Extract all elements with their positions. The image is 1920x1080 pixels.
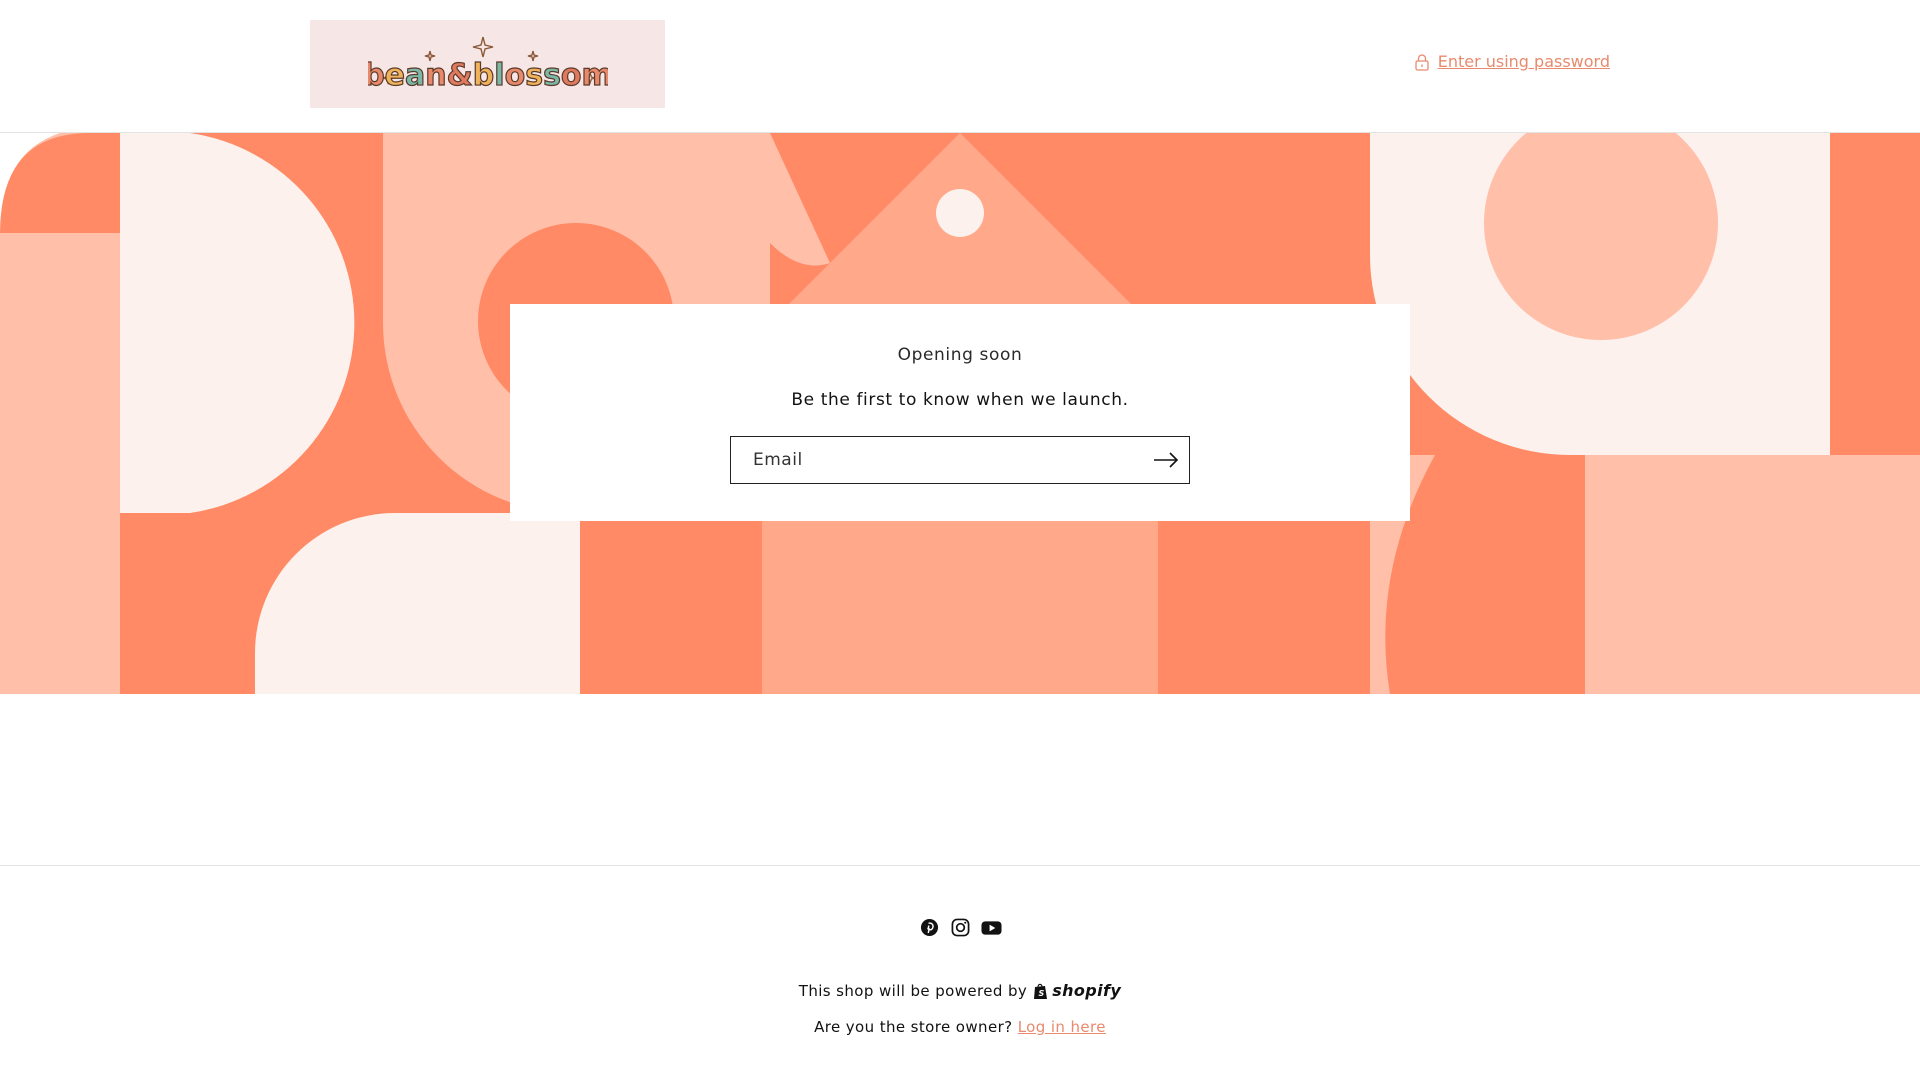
opening-soon-heading: Opening soon <box>897 345 1023 365</box>
powered-by-text: This shop will be powered by <box>798 981 1028 1000</box>
lock-icon <box>1415 53 1429 71</box>
launch-subtitle: Be the first to know when we launch. <box>791 390 1129 410</box>
instagram-icon[interactable] <box>950 917 971 938</box>
enter-password-link[interactable]: Enter using password <box>1414 52 1610 71</box>
svg-text:bean&blossom: bean&blossom <box>368 58 608 93</box>
shopping-bag-icon: S <box>1034 983 1048 999</box>
logo-image: bean&blossom <box>368 36 608 94</box>
hero-banner: Opening soon Be the first to know when w… <box>0 133 1920 694</box>
shopify-wordmark: shopify <box>1052 981 1122 1000</box>
shopify-logo[interactable]: S shopify <box>1033 981 1121 1000</box>
svg-text:S: S <box>1039 989 1045 998</box>
social-links <box>0 917 1920 938</box>
pinterest-icon[interactable] <box>919 917 940 938</box>
store-logo[interactable]: bean&blossom <box>310 20 665 108</box>
enter-password-label: Enter using password <box>1437 52 1610 71</box>
email-input[interactable] <box>751 437 1131 483</box>
newsletter-card: Opening soon Be the first to know when w… <box>510 304 1410 521</box>
arrow-right-icon <box>1154 452 1179 468</box>
youtube-icon[interactable] <box>980 917 1002 938</box>
footer-divider <box>0 865 1920 866</box>
owner-question: Are you the store owner? <box>814 1018 1013 1036</box>
subscribe-arrow-button[interactable] <box>1151 445 1181 475</box>
site-header: bean&blossom Enter using password <box>0 0 1920 133</box>
store-owner-line: Are you the store owner? Log in here <box>0 1018 1920 1036</box>
email-form <box>730 436 1190 484</box>
powered-by-line: This shop will be powered by S shopify <box>0 981 1920 1000</box>
log-in-link[interactable]: Log in here <box>1018 1018 1106 1036</box>
